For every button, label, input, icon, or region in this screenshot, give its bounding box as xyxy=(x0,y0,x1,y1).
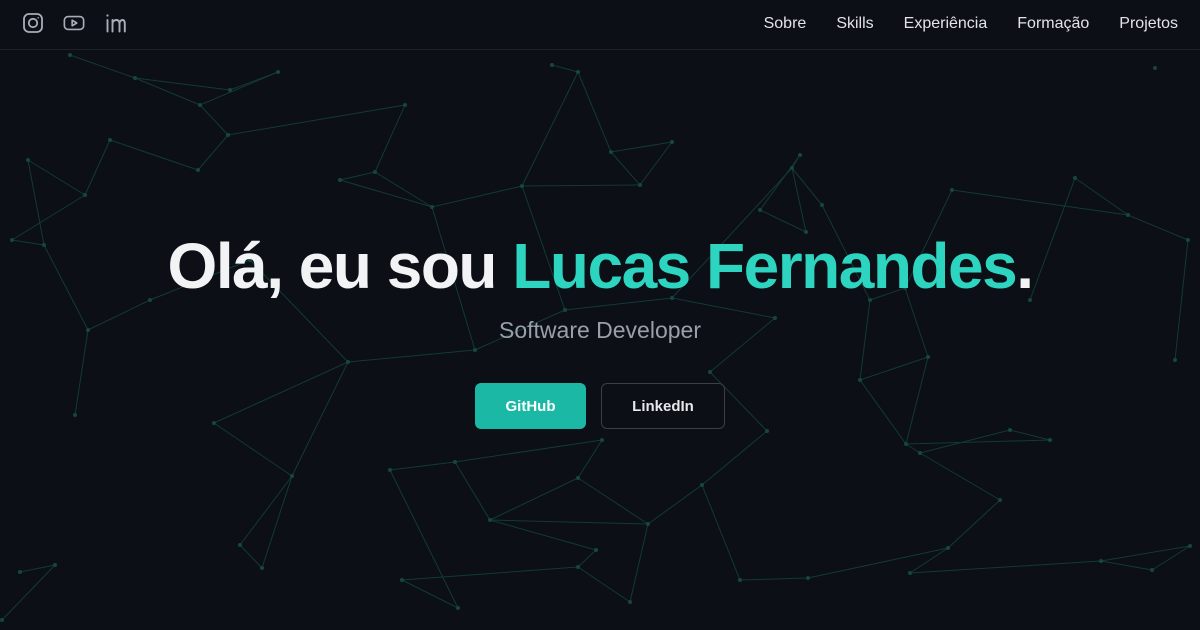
hero-greeting: Olá, eu sou xyxy=(167,230,513,302)
page: Sobre Skills Experiência Formação Projet… xyxy=(0,0,1200,630)
hero-headline: Olá, eu sou Lucas Fernandes. xyxy=(0,226,1200,306)
hero-period: . xyxy=(1016,230,1034,302)
hero-actions: GitHub LinkedIn xyxy=(0,383,1200,429)
hero-subtitle: Software Developer xyxy=(499,317,701,343)
linkedin-button[interactable]: LinkedIn xyxy=(601,383,725,429)
hero-section: Olá, eu sou Lucas Fernandes. Software De… xyxy=(0,0,1200,630)
github-button[interactable]: GitHub xyxy=(475,383,586,429)
hero-name: Lucas Fernandes xyxy=(512,230,1017,302)
